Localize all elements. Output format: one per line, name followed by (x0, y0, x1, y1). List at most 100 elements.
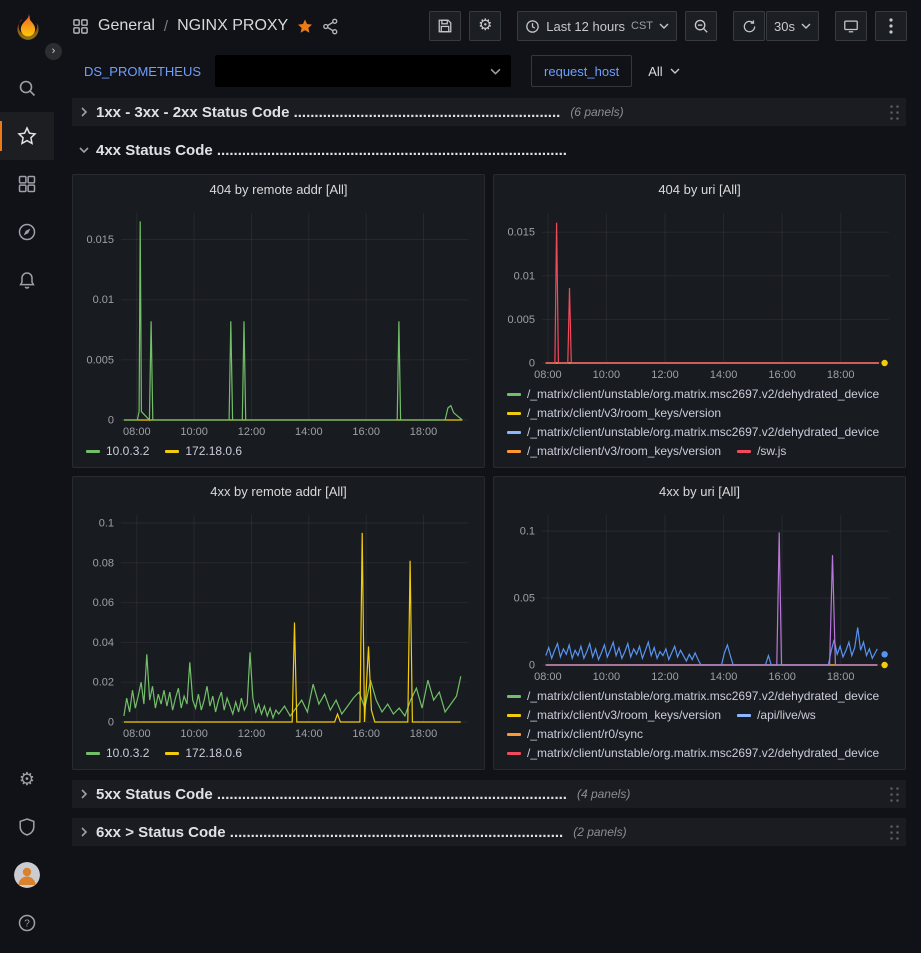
share-icon[interactable] (322, 18, 339, 35)
svg-text:0.015: 0.015 (507, 227, 535, 239)
request-host-value: All (648, 64, 662, 79)
legend-item[interactable]: 172.18.0.6 (165, 444, 242, 458)
legend-item[interactable]: /_matrix/client/v3/room_keys/version (507, 708, 721, 722)
sidebar-item-search[interactable] (0, 64, 54, 112)
gear-icon: ⚙ (19, 770, 35, 788)
legend-item[interactable]: /_matrix/client/unstable/org.matrix.msc2… (507, 689, 879, 703)
chevron-right-icon (78, 788, 90, 800)
svg-text:10:00: 10:00 (593, 671, 621, 683)
sidebar-item-server-admin[interactable] (0, 803, 54, 851)
request-host-select[interactable]: All (638, 64, 689, 79)
chevron-down-icon (670, 68, 680, 74)
legend-item[interactable]: 10.0.3.2 (86, 444, 149, 458)
refresh-interval-dropdown[interactable]: 30s (766, 11, 819, 41)
row-header-5xx[interactable]: 5xx Status Code ........................… (72, 780, 906, 808)
svg-text:14:00: 14:00 (295, 728, 323, 740)
sidebar-item-alerting[interactable] (0, 256, 54, 304)
row-header-4xx[interactable]: 4xx Status Code ........................… (72, 136, 906, 164)
panel-title[interactable]: 404 by uri [All] (494, 175, 905, 203)
svg-text:18:00: 18:00 (827, 671, 855, 683)
datasource-variable-label[interactable]: DS_PROMETHEUS (78, 64, 207, 79)
panel-404-by-remote-addr: 404 by remote addr [All] 00.0050.010.015… (72, 174, 485, 468)
avatar (14, 862, 40, 888)
legend-item[interactable]: /sw.js (737, 444, 786, 458)
tv-mode-button[interactable] (835, 11, 867, 41)
svg-text:08:00: 08:00 (534, 369, 562, 381)
svg-text:18:00: 18:00 (827, 369, 855, 381)
breadcrumb-folder[interactable]: General (98, 17, 155, 35)
chart-4xx-by-remote-addr[interactable]: 00.020.040.060.080.108:0010:0012:0014:00… (73, 505, 484, 742)
refresh-interval-value: 30s (774, 19, 795, 34)
chevron-right-icon (78, 106, 90, 118)
sidebar-item-starred[interactable] (0, 112, 54, 160)
search-icon (17, 78, 37, 98)
svg-text:0.02: 0.02 (93, 677, 114, 689)
row-drag-handle[interactable] (889, 786, 900, 803)
chart-404-by-uri[interactable]: 00.0050.010.01508:0010:0012:0014:0016:00… (494, 203, 905, 383)
chevron-down-icon (490, 68, 501, 75)
request-host-variable-label[interactable]: request_host (531, 55, 632, 87)
panel-title[interactable]: 404 by remote addr [All] (73, 175, 484, 203)
legend-item[interactable]: 172.18.0.6 (165, 746, 242, 760)
chevron-down-icon (78, 144, 90, 156)
row-panel-count: (2 panels) (573, 825, 626, 839)
sidebar-item-explore[interactable] (0, 208, 54, 256)
row-drag-handle[interactable] (889, 824, 900, 841)
time-range-label: Last 12 hours (546, 19, 625, 34)
row-header-1xx-3xx-2xx[interactable]: 1xx - 3xx - 2xx Status Code ............… (72, 98, 906, 126)
chart-4xx-by-uri[interactable]: 00.050.108:0010:0012:0014:0016:0018:00 (494, 505, 905, 685)
svg-text:0.1: 0.1 (99, 518, 114, 530)
legend-item[interactable]: /_matrix/client/unstable/org.matrix.msc2… (507, 387, 879, 401)
svg-text:16:00: 16:00 (768, 671, 796, 683)
row-panel-count: (6 panels) (570, 105, 623, 119)
legend-item[interactable]: /_matrix/client/unstable/org.matrix.msc2… (507, 425, 879, 439)
svg-text:12:00: 12:00 (238, 426, 266, 438)
apps-grid-icon[interactable] (72, 18, 89, 35)
svg-text:10:00: 10:00 (180, 728, 208, 740)
svg-text:18:00: 18:00 (410, 426, 438, 438)
svg-text:0.04: 0.04 (93, 637, 114, 649)
svg-text:10:00: 10:00 (180, 426, 208, 438)
svg-text:08:00: 08:00 (123, 728, 151, 740)
legend-item[interactable]: /_matrix/client/r0/sync (507, 727, 643, 741)
chart-404-by-remote-addr[interactable]: 00.0050.010.01508:0010:0012:0014:0016:00… (73, 203, 484, 440)
legend-item[interactable]: 10.0.3.2 (86, 746, 149, 760)
panel-4xx-by-uri: 4xx by uri [All] 00.050.108:0010:0012:00… (493, 476, 906, 770)
svg-text:18:00: 18:00 (410, 728, 438, 740)
datasource-select[interactable] (215, 55, 511, 87)
svg-text:08:00: 08:00 (123, 426, 151, 438)
svg-text:12:00: 12:00 (651, 369, 679, 381)
favorite-star-icon[interactable] (297, 18, 313, 34)
legend-item[interactable]: /_matrix/client/unstable/org.matrix.msc2… (507, 746, 879, 760)
refresh-button[interactable] (733, 11, 765, 41)
panel-legend: /_matrix/client/unstable/org.matrix.msc2… (494, 383, 905, 467)
shield-icon (17, 817, 37, 837)
kebab-menu-button[interactable] (875, 11, 907, 41)
sidebar-item-help[interactable]: ? (0, 899, 54, 947)
panel-title[interactable]: 4xx by remote addr [All] (73, 477, 484, 505)
panel-4xx-by-remote-addr: 4xx by remote addr [All] 00.020.040.060.… (72, 476, 485, 770)
sidebar-item-profile[interactable] (0, 851, 54, 899)
sidebar-item-configuration[interactable]: ⚙ (0, 755, 54, 803)
svg-text:0.005: 0.005 (86, 354, 114, 366)
legend-item[interactable]: /_matrix/client/v3/room_keys/version (507, 406, 721, 420)
svg-text:0: 0 (108, 717, 114, 729)
time-range-picker[interactable]: Last 12 hours CST (517, 11, 677, 41)
zoom-out-button[interactable] (685, 11, 717, 41)
legend-item[interactable]: /api/live/ws (737, 708, 816, 722)
legend-item[interactable]: /_matrix/client/v3/room_keys/version (507, 444, 721, 458)
chevron-down-icon (659, 23, 669, 29)
sidebar-item-dashboards[interactable] (0, 160, 54, 208)
chevron-right-icon (78, 826, 90, 838)
row-drag-handle[interactable] (889, 104, 900, 121)
panel-title[interactable]: 4xx by uri [All] (494, 477, 905, 505)
refresh-icon (742, 19, 757, 34)
sidebar-expand-button[interactable]: › (45, 43, 62, 60)
grafana-logo[interactable] (12, 12, 42, 44)
panel-legend: 10.0.3.2 172.18.0.6 (73, 742, 484, 769)
row-header-6xx[interactable]: 6xx > Status Code ......................… (72, 818, 906, 846)
row-title: 5xx Status Code ........................… (96, 786, 567, 803)
save-dashboard-button[interactable] (429, 11, 461, 41)
dashboard-settings-button[interactable]: ⚙ (469, 11, 501, 41)
svg-text:16:00: 16:00 (352, 728, 380, 740)
